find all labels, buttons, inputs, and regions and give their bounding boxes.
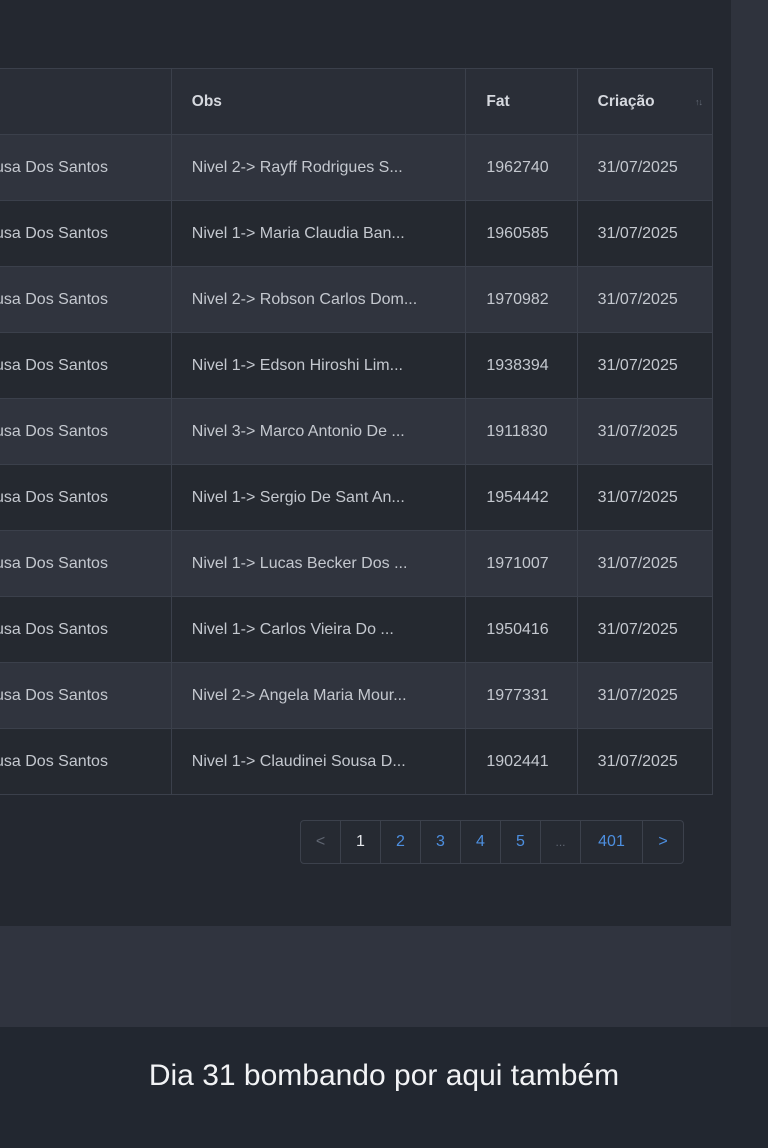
scroll-area-edge xyxy=(731,0,768,1027)
screen: Obs Fat Criação ↑↓ usa Dos Santos Nivel 2-… xyxy=(0,0,768,1148)
pagination-page-4[interactable]: 4 xyxy=(461,821,501,863)
cell-criacao: 31/07/2025 xyxy=(576,596,714,663)
cell-name: usa Dos Santos xyxy=(0,662,172,729)
cell-fat: 1938394 xyxy=(465,332,578,399)
cell-obs: Nivel 1-> Edson Hiroshi Lim... xyxy=(170,332,467,399)
cell-name: usa Dos Santos xyxy=(0,332,172,399)
pagination-page-5[interactable]: 5 xyxy=(501,821,541,863)
cell-name: usa Dos Santos xyxy=(0,464,172,531)
table-row[interactable]: usa Dos Santos Nivel 1-> Claudinei Sousa … xyxy=(0,728,714,795)
header-criacao[interactable]: Criação ↑↓ xyxy=(576,68,714,135)
table-row[interactable]: usa Dos Santos Nivel 1-> Sergio De Sant A… xyxy=(0,464,714,531)
cell-name: usa Dos Santos xyxy=(0,530,172,597)
header-name[interactable] xyxy=(0,68,172,135)
pagination-page-2[interactable]: 2 xyxy=(381,821,421,863)
pagination-next-button[interactable]: > xyxy=(643,821,683,863)
cell-criacao: 31/07/2025 xyxy=(576,332,714,399)
table-row[interactable]: usa Dos Santos Nivel 2-> Robson Carlos Do… xyxy=(0,266,714,333)
table-row[interactable]: usa Dos Santos Nivel 1-> Maria Claudia Ba… xyxy=(0,200,714,267)
cell-fat: 1950416 xyxy=(465,596,578,663)
cell-fat: 1977331 xyxy=(465,662,578,729)
cell-name: usa Dos Santos xyxy=(0,596,172,663)
cell-name: usa Dos Santos xyxy=(0,266,172,333)
cell-fat: 1970982 xyxy=(465,266,578,333)
header-obs[interactable]: Obs xyxy=(170,68,467,135)
cell-criacao: 31/07/2025 xyxy=(576,530,714,597)
header-criacao-label: Criação xyxy=(597,92,655,110)
pagination-page-3[interactable]: 3 xyxy=(421,821,461,863)
cell-obs: Nivel 2-> Robson Carlos Dom... xyxy=(170,266,467,333)
caption-bar: Dia 31 bombando por aqui também xyxy=(0,1027,768,1148)
cell-name: usa Dos Santos xyxy=(0,398,172,465)
cell-obs: Nivel 1-> Lucas Becker Dos ... xyxy=(170,530,467,597)
table-header-row: Obs Fat Criação ↑↓ xyxy=(0,68,714,135)
cell-name: usa Dos Santos xyxy=(0,134,172,201)
cell-fat: 1962740 xyxy=(465,134,578,201)
cell-fat: 1954442 xyxy=(465,464,578,531)
table-row[interactable]: usa Dos Santos Nivel 1-> Carlos Vieira Do… xyxy=(0,596,714,663)
cell-criacao: 31/07/2025 xyxy=(576,728,714,795)
cell-fat: 1911830 xyxy=(465,398,578,465)
cell-obs: Nivel 3-> Marco Antonio De ... xyxy=(170,398,467,465)
pagination: < 1 2 3 4 5 ... 401 > xyxy=(300,820,684,864)
cell-obs: Nivel 2-> Rayff Rodrigues S... xyxy=(170,134,467,201)
table-row[interactable]: usa Dos Santos Nivel 2-> Angela Maria Mou… xyxy=(0,662,714,729)
cell-criacao: 31/07/2025 xyxy=(576,134,714,201)
table-row[interactable]: usa Dos Santos Nivel 1-> Lucas Becker Dos… xyxy=(0,530,714,597)
cell-name: usa Dos Santos xyxy=(0,200,172,267)
cell-obs: Nivel 2-> Angela Maria Mour... xyxy=(170,662,467,729)
cell-criacao: 31/07/2025 xyxy=(576,398,714,465)
cell-obs: Nivel 1-> Sergio De Sant An... xyxy=(170,464,467,531)
cell-fat: 1960585 xyxy=(465,200,578,267)
pagination-page-last[interactable]: 401 xyxy=(581,821,643,863)
cell-obs: Nivel 1-> Claudinei Sousa D... xyxy=(170,728,467,795)
cell-criacao: 31/07/2025 xyxy=(576,200,714,267)
cell-obs: Nivel 1-> Carlos Vieira Do ... xyxy=(170,596,467,663)
cell-criacao: 31/07/2025 xyxy=(576,464,714,531)
pagination-page-1[interactable]: 1 xyxy=(341,821,381,863)
cell-obs: Nivel 1-> Maria Claudia Ban... xyxy=(170,200,467,267)
cell-fat: 1971007 xyxy=(465,530,578,597)
cell-name: usa Dos Santos xyxy=(0,728,172,795)
header-fat[interactable]: Fat xyxy=(465,68,578,135)
table-row[interactable]: usa Dos Santos Nivel 1-> Edson Hiroshi Li… xyxy=(0,332,714,399)
cell-fat: 1902441 xyxy=(465,728,578,795)
content-panel: Obs Fat Criação ↑↓ usa Dos Santos Nivel 2-… xyxy=(0,0,731,926)
caption-text: Dia 31 bombando por aqui também xyxy=(148,1059,620,1092)
sort-icon[interactable]: ↑↓ xyxy=(695,97,703,107)
data-table: Obs Fat Criação ↑↓ usa Dos Santos Nivel 2-… xyxy=(0,68,714,795)
table-row[interactable]: usa Dos Santos Nivel 3-> Marco Antonio De… xyxy=(0,398,714,465)
pagination-ellipsis: ... xyxy=(541,821,581,863)
pagination-prev-button[interactable]: < xyxy=(301,821,341,863)
cell-criacao: 31/07/2025 xyxy=(576,266,714,333)
cell-criacao: 31/07/2025 xyxy=(576,662,714,729)
table-row[interactable]: usa Dos Santos Nivel 2-> Rayff Rodrigues … xyxy=(0,134,714,201)
